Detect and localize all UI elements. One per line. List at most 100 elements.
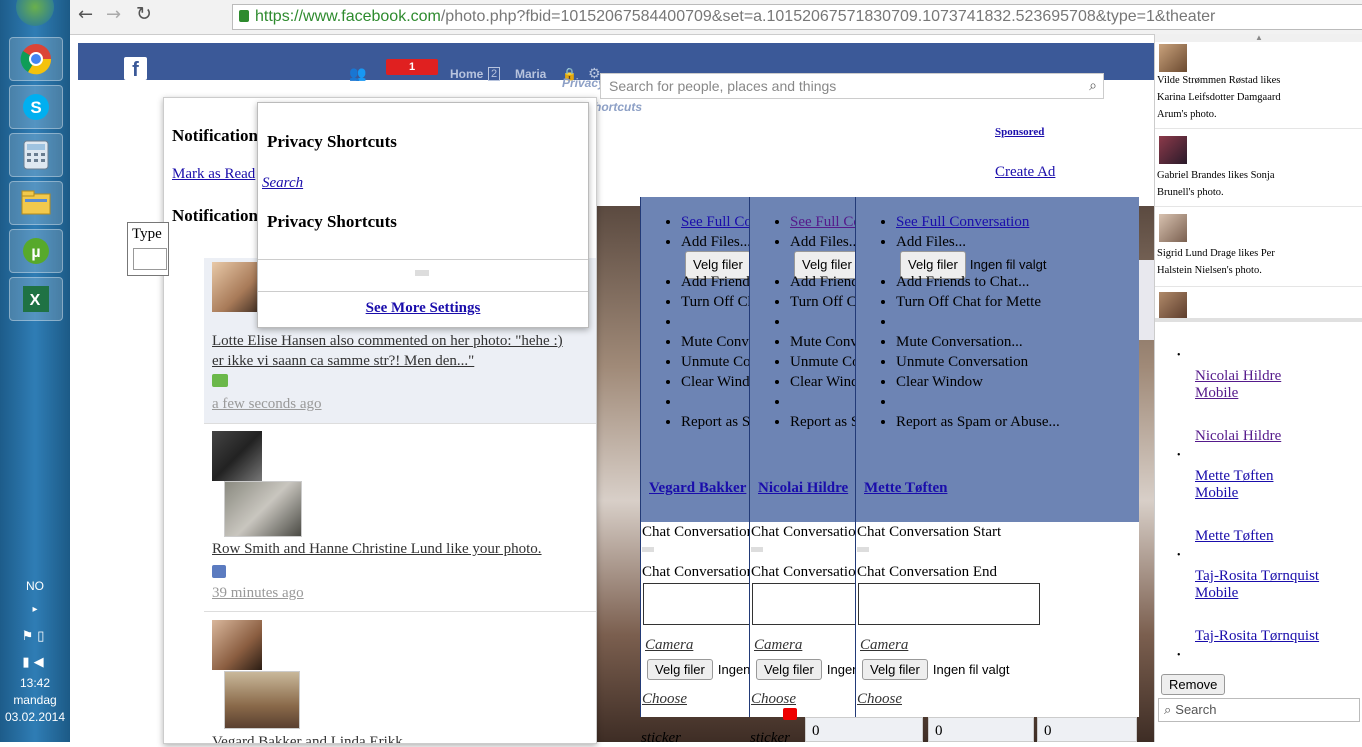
see-full-conversation-link[interactable]: See Full Conversation [790, 214, 857, 230]
ticker-avatar-1[interactable] [1159, 44, 1187, 72]
notification-time-2-text[interactable]: 39 minutes ago [212, 585, 304, 601]
contact-name[interactable]: Mette Tøften [1195, 468, 1273, 484]
choose-link-text[interactable]: Choose [642, 691, 687, 707]
contact-mobile-label[interactable]: Mobile [1195, 585, 1238, 601]
camera-link[interactable]: Camera [860, 637, 908, 654]
calculator-taskbar-icon[interactable] [9, 133, 63, 177]
notification-time-1[interactable]: a few seconds ago [212, 396, 322, 413]
skype-taskbar-icon[interactable]: S [9, 85, 63, 129]
chat-title-link[interactable]: Nicolai Hildre [758, 480, 848, 497]
search-icon[interactable]: ⌕ [1089, 74, 1097, 98]
language-indicator[interactable]: NO [0, 579, 70, 593]
chat-menu-item[interactable]: Report as Spam or Abuse... [790, 411, 857, 431]
facebook-logo[interactable]: f [124, 57, 147, 81]
chrome-taskbar-icon[interactable] [9, 37, 63, 81]
contact-mette-mobile[interactable]: Mette Tøften Mobile [1195, 468, 1345, 502]
chat-menu-item[interactable]: Add Friends to Chat... [681, 271, 751, 291]
chat-menu-item[interactable]: Velg filerIngen fil valgt [856, 251, 1060, 279]
chat-title-text[interactable]: Vegard Bakker [649, 480, 746, 496]
type-input[interactable] [133, 248, 167, 270]
notification-time-2[interactable]: 39 minutes ago [212, 585, 304, 602]
clock-time[interactable]: 13:42 [0, 676, 70, 690]
show-hidden-icons-icon[interactable]: ▸ [0, 604, 70, 615]
excel-taskbar-icon[interactable]: X [9, 277, 63, 321]
chat-menu-item[interactable]: Clear Window [896, 371, 1060, 391]
excuse-me-image[interactable] [224, 481, 302, 537]
chat-menu-item[interactable] [896, 311, 1060, 331]
remove-button-label[interactable]: Remove [1161, 674, 1226, 695]
notification-avatar-2[interactable] [212, 431, 262, 481]
clock-day[interactable]: mandag [0, 693, 70, 707]
chat-menu-item[interactable] [681, 391, 751, 411]
see-full-conversation-link[interactable]: See Full Conversation [681, 214, 751, 230]
chat-menu-item[interactable]: Turn Off Chat for Nicolai [790, 291, 857, 311]
notification-item-1[interactable]: Lotte Elise Hansen also commented on her… [212, 331, 572, 371]
ticker-item-2[interactable]: Gabriel Brandes likes Sonja Brunell's ph… [1157, 167, 1297, 201]
contact-tajrosita-mobile[interactable]: Taj-Rosita Tørnquist Mobile [1195, 568, 1355, 602]
see-full-conversation-link[interactable]: See Full Conversation [896, 214, 1029, 230]
chat-menu-item[interactable]: Add Files... [681, 231, 751, 251]
choose-sticker-link[interactable]: Choose [642, 691, 687, 708]
sponsored-link[interactable]: Sponsored [995, 126, 1044, 138]
tray-flag-battery-icons[interactable]: ⚑▯ [0, 628, 70, 644]
notification-item-2[interactable]: Row Smith and Hanne Christine Lund like … [212, 541, 572, 558]
dog-image[interactable] [224, 671, 300, 729]
chat-menu-item[interactable]: Add Friends to Chat... [896, 271, 1060, 291]
chat-menu-item[interactable] [896, 391, 1060, 411]
camera-link-text[interactable]: Camera [645, 637, 693, 653]
chat-menu-item[interactable]: See Full Conversation [896, 211, 1060, 231]
mark-as-read-text[interactable]: Mark as Read [172, 166, 255, 182]
chat-menu-item[interactable]: Velg filerIngen fil valgt [750, 251, 857, 279]
chat-menu-item[interactable]: Unmute Conversation [896, 351, 1060, 371]
chat-menu-item[interactable]: Add Friends to Chat... [790, 271, 857, 291]
chat-message-textarea[interactable] [643, 583, 751, 625]
chat-menu-item[interactable]: Clear Window [681, 371, 751, 391]
profile-link[interactable]: Maria [515, 67, 546, 81]
chat-menu-item[interactable]: Report as Spam or Abuse... [896, 411, 1060, 431]
back-icon[interactable]: ← [78, 4, 93, 25]
ticker-avatar-3[interactable] [1159, 214, 1187, 242]
notification-time-1-text[interactable]: a few seconds ago [212, 396, 322, 412]
camera-link-text[interactable]: Camera [754, 637, 802, 653]
chat-menu-item[interactable]: Add Files... [896, 231, 1060, 251]
home-link[interactable]: Home [450, 67, 483, 81]
forward-icon[interactable]: → [106, 4, 121, 25]
contact-nicolai-mobile[interactable]: Nicolai Hildre Mobile [1195, 368, 1345, 402]
contact-mette[interactable]: Mette Tøften [1195, 528, 1273, 545]
create-ad-link[interactable]: Create Ad [995, 164, 1055, 181]
privacy-search-link[interactable]: Search [262, 175, 303, 192]
notifications-badge[interactable]: 1 [386, 59, 438, 75]
contact-name[interactable]: Taj-Rosita Tørnquist [1195, 628, 1319, 644]
contact-nicolai[interactable]: Nicolai Hildre [1195, 428, 1281, 445]
chat-menu-item[interactable]: Unmute Conversation [790, 351, 857, 371]
choose-files-button[interactable]: Velg filer [756, 659, 822, 680]
choose-files-button[interactable]: Velg filer [862, 659, 928, 680]
tray-network-volume-icons[interactable]: ▮◀ [0, 654, 70, 670]
chat-menu-item[interactable]: See Full Conversation [681, 211, 751, 231]
file-explorer-taskbar-icon[interactable] [9, 181, 63, 225]
see-more-settings-link[interactable]: See More Settings [258, 300, 588, 317]
choose-sticker-link[interactable]: Choose [857, 691, 902, 708]
contact-mobile-label[interactable]: Mobile [1195, 485, 1238, 501]
chat-menu-item[interactable]: Turn Off Chat for Mette [896, 291, 1060, 311]
chat-menu-item[interactable]: Mute Conversation... [790, 331, 857, 351]
chat-menu-item[interactable]: Unmute Conversation [681, 351, 751, 371]
contact-name[interactable]: Nicolai Hildre [1195, 368, 1281, 384]
chat-message-textarea[interactable] [752, 583, 857, 625]
chat-menu-item[interactable] [681, 311, 751, 331]
chat-menu-item[interactable]: Report as Spam or Abuse... [681, 411, 751, 431]
chat-menu-item[interactable]: Velg filerIngen fil valgt [641, 251, 751, 279]
reload-icon[interactable]: ↻ [136, 3, 152, 25]
choose-link-text[interactable]: Choose [857, 691, 902, 707]
chat-menu-item[interactable]: See Full Conversation [790, 211, 857, 231]
sponsored-link-text[interactable]: Sponsored [995, 126, 1044, 138]
sticker-link[interactable]: sticker [750, 730, 790, 747]
chat-menu-item[interactable] [790, 391, 857, 411]
sidebar-search-input[interactable]: ⌕ Search [1158, 698, 1360, 722]
camera-link-text[interactable]: Camera [860, 637, 908, 653]
remove-button[interactable]: Remove [1161, 674, 1226, 695]
choose-sticker-link[interactable]: Choose [751, 691, 796, 708]
chat-title-text[interactable]: Mette Tøften [864, 480, 947, 496]
chat-menu-item[interactable]: Mute Conversation... [896, 331, 1060, 351]
utorrent-taskbar-icon[interactable]: µ [9, 229, 63, 273]
